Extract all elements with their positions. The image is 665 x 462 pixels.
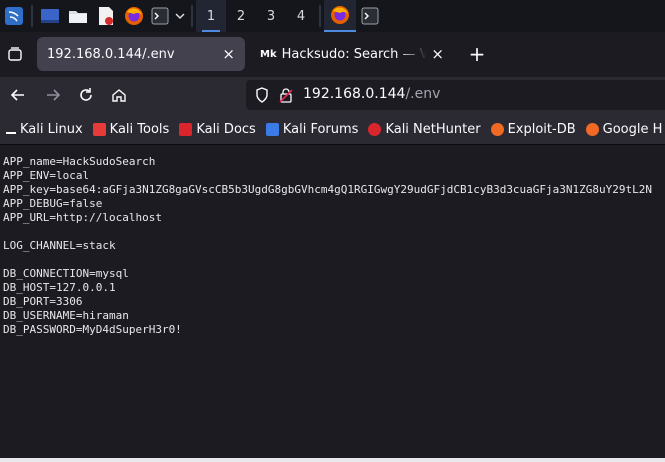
- show-desktop-icon[interactable]: [36, 0, 64, 32]
- url-text[interactable]: 192.168.0.144/.env: [303, 86, 440, 102]
- forward-icon[interactable]: [42, 84, 64, 106]
- tab-list-icon[interactable]: [4, 43, 26, 65]
- env-file-text: APP_name=HackSudoSearch APP_ENV=local AP…: [3, 155, 653, 336]
- kali-tools-icon: [92, 122, 106, 136]
- bookmark-exploit-db[interactable]: Exploit-DB: [490, 121, 576, 137]
- bookmark-label: Kali Docs: [196, 121, 256, 137]
- new-tab-button[interactable]: +: [466, 42, 488, 66]
- bookmark-kali-docs[interactable]: Kali Docs: [179, 122, 256, 137]
- workspace-3[interactable]: 3: [256, 0, 286, 32]
- url-path: /.env: [405, 86, 441, 102]
- text-editor-icon[interactable]: [92, 0, 120, 32]
- kali-nethunter-icon: [368, 122, 382, 136]
- page-content: APP_name=HackSudoSearch APP_ENV=local AP…: [0, 145, 665, 462]
- insecure-lock-icon[interactable]: [276, 85, 296, 105]
- google-hacking-icon: [585, 122, 599, 136]
- terminal-window-icon[interactable]: [356, 0, 384, 32]
- bookmark-label: Google H: [602, 121, 663, 137]
- bookmark-google-hacking[interactable]: Google H: [585, 121, 663, 137]
- home-icon[interactable]: [108, 84, 130, 106]
- separator: [31, 5, 33, 27]
- tab-label: Hacksudo: Search — Vuln: [281, 46, 428, 62]
- tab-env-file[interactable]: 192.168.0.144/.env ×: [37, 37, 245, 71]
- firefox-icon[interactable]: [120, 0, 148, 32]
- bookmark-label: Exploit-DB: [507, 121, 576, 137]
- firefox-window-icon[interactable]: [324, 0, 356, 32]
- kali-menu-icon[interactable]: [0, 0, 28, 32]
- close-icon[interactable]: ×: [431, 45, 444, 63]
- bottom-edge: [0, 458, 665, 462]
- kali-forums-icon: [265, 122, 279, 136]
- bookmark-label: Kali NetHunter: [385, 121, 481, 137]
- bookmark-kali-linux[interactable]: Kali Linux: [6, 122, 83, 137]
- separator: [319, 5, 321, 27]
- exploit-db-icon: [490, 122, 504, 136]
- bookmark-label: Kali Tools: [109, 121, 170, 137]
- bookmarks-toolbar: Kali Linux Kali Tools Kali Docs Kali For…: [0, 114, 665, 145]
- tab-hacksudo-search[interactable]: Mk Hacksudo: Search — Vuln ×: [252, 37, 452, 71]
- close-icon[interactable]: ×: [222, 45, 235, 63]
- reload-icon[interactable]: [75, 84, 97, 106]
- workspace-4[interactable]: 4: [286, 0, 316, 32]
- workspace-1[interactable]: 1: [196, 0, 226, 32]
- bookmark-kali-forums[interactable]: Kali Forums: [265, 121, 359, 137]
- kali-dragon-icon: [6, 124, 16, 134]
- separator: [191, 5, 193, 27]
- back-icon[interactable]: [7, 84, 29, 106]
- tab-label: 192.168.0.144/.env: [47, 46, 175, 62]
- bookmark-kali-tools[interactable]: Kali Tools: [92, 121, 170, 137]
- shield-icon[interactable]: [252, 85, 272, 105]
- url-host: 192.168.0.144: [303, 86, 406, 102]
- bookmark-label: Kali Forums: [282, 121, 359, 137]
- workspace-2[interactable]: 2: [226, 0, 256, 32]
- bookmark-label: Kali Linux: [20, 121, 83, 137]
- bookmark-kali-nethunter[interactable]: Kali NetHunter: [368, 121, 481, 137]
- favicon-icon: Mk: [260, 48, 277, 60]
- kali-docs-icon: [179, 122, 193, 136]
- taskbar: 1 2 3 4: [0, 0, 665, 32]
- terminal-icon[interactable]: [148, 0, 172, 32]
- chevron-down-icon[interactable]: [172, 0, 188, 32]
- file-manager-icon[interactable]: [64, 0, 92, 32]
